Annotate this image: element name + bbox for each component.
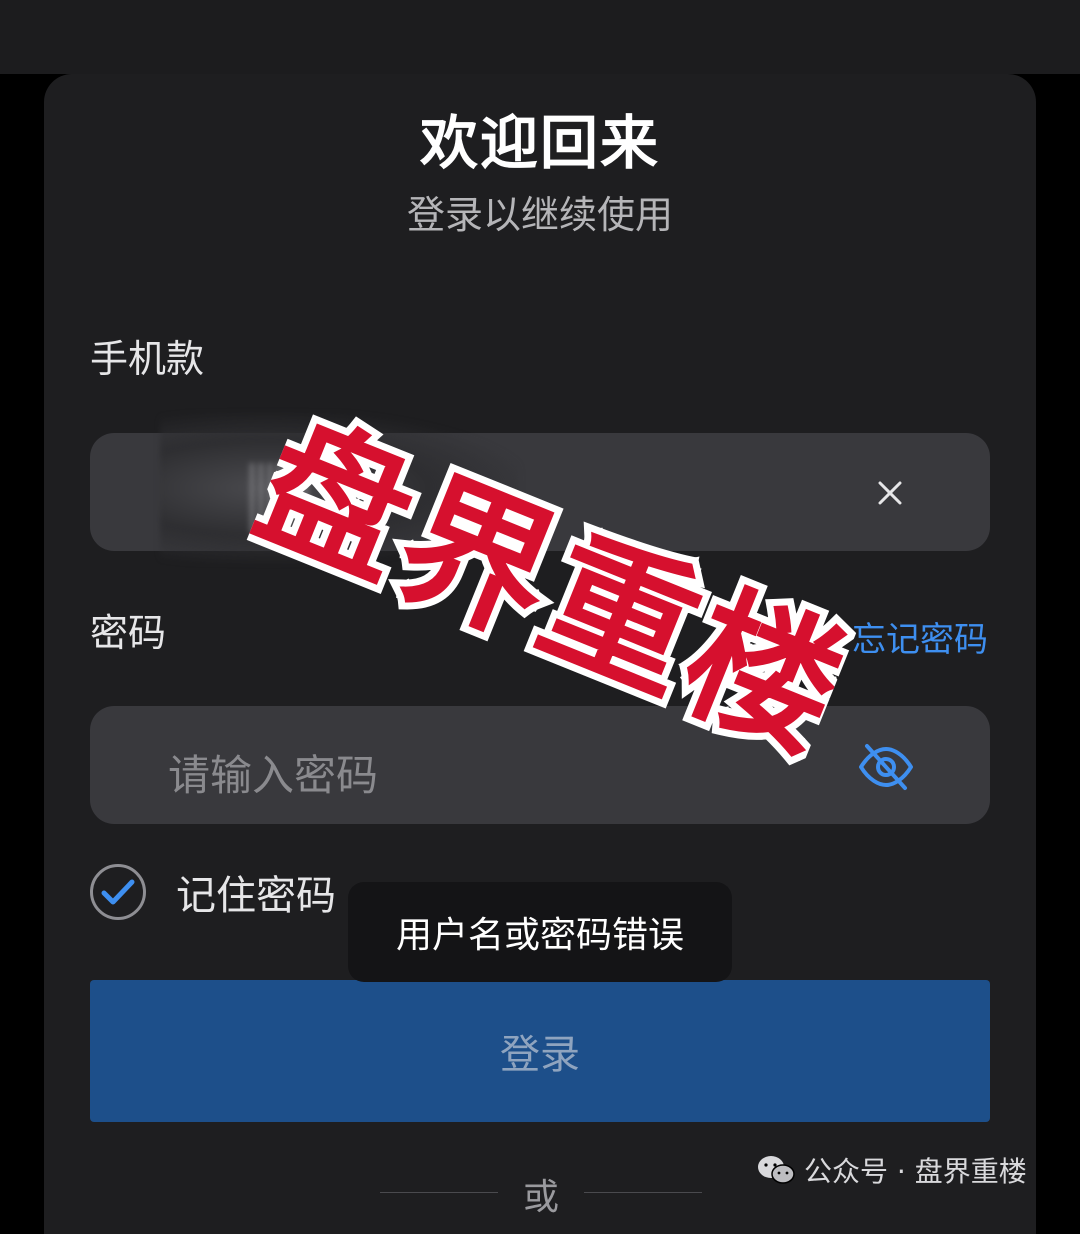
- remember-password-row[interactable]: 记住密码: [90, 862, 336, 922]
- page-subtitle: 登录以继续使用: [406, 193, 673, 237]
- or-divider: 或: [380, 1168, 702, 1218]
- password-field-label: 密码: [90, 611, 167, 655]
- error-toast: 用户名或密码错误: [348, 882, 732, 982]
- checkmark-icon: [101, 879, 135, 905]
- watermark-text: 公众号 · 盘界重楼: [804, 1155, 1027, 1188]
- forgot-password-link[interactable]: 忘记密码: [852, 612, 988, 661]
- phone-field-label: 手机款: [90, 337, 205, 381]
- remember-checkbox[interactable]: [90, 864, 146, 920]
- or-divider-text: 或: [522, 1177, 559, 1218]
- password-placeholder: 请输入密码: [168, 751, 379, 800]
- wechat-watermark: 公众号 · 盘界重楼: [756, 1148, 1027, 1192]
- login-button[interactable]: 登录: [90, 980, 990, 1122]
- page-title: 欢迎回来: [419, 109, 660, 177]
- wechat-icon: [758, 1156, 795, 1184]
- eye-off-icon[interactable]: [855, 736, 917, 798]
- remember-password-label: 记住密码: [176, 873, 336, 919]
- top-bar: [0, 0, 1080, 74]
- close-icon[interactable]: [868, 471, 912, 515]
